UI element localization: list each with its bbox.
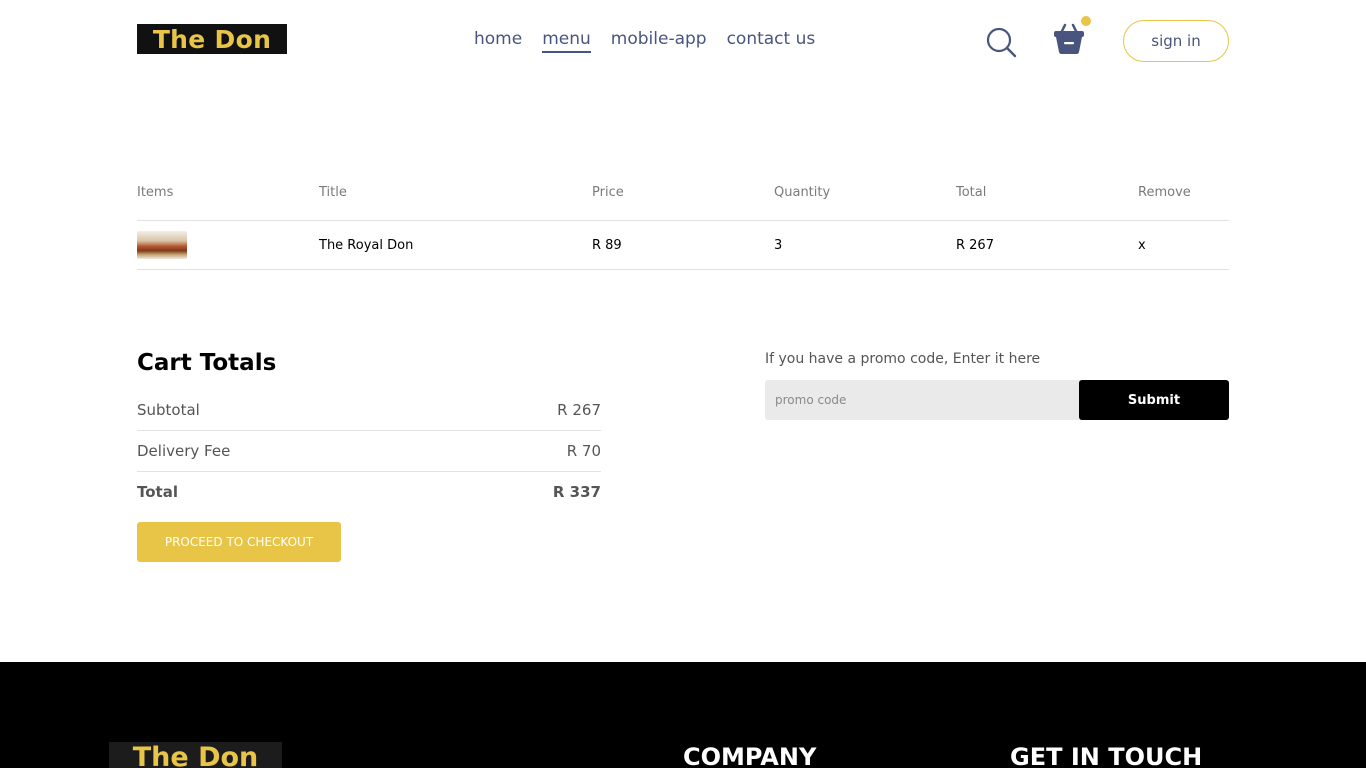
remove-item-button[interactable]: x [1138, 238, 1229, 253]
item-quantity: 3 [774, 237, 783, 253]
footer: The Don COMPANY GET IN TOUCH [0, 662, 1366, 768]
item-total: R 267 [956, 237, 994, 253]
column-header-remove: Remove [1138, 184, 1191, 200]
column-header-price: Price [592, 184, 624, 200]
total-value: R 337 [552, 483, 601, 501]
nav-home[interactable]: home [474, 29, 522, 53]
food-item-image [137, 231, 187, 259]
item-price: R 89 [592, 237, 622, 253]
table-row: The Royal Don R 89 3 R 267 x [137, 221, 1229, 269]
promo-submit-button[interactable]: Submit [1079, 380, 1229, 420]
subtotal-value: R 267 [557, 401, 601, 419]
cart-totals: Subtotal R 267 Delivery Fee R 70 Total R… [137, 390, 601, 512]
footer-get-in-touch-heading: GET IN TOUCH [1010, 743, 1203, 768]
delivery-fee-value: R 70 [566, 442, 601, 460]
nav-menu[interactable]: menu [542, 29, 591, 53]
divider [137, 269, 1229, 270]
search-icon[interactable] [985, 26, 1017, 58]
nav-contact-us[interactable]: contact us [727, 29, 816, 53]
item-thumbnail-cell [137, 231, 319, 259]
main-nav: home menu mobile-app contact us [474, 29, 815, 53]
cart-table: Items Title Price Quantity Total Remove … [137, 180, 1229, 270]
item-title: The Royal Don [319, 237, 414, 253]
total-row: Total R 337 [137, 472, 601, 512]
cart-table-header: Items Title Price Quantity Total Remove [137, 180, 1229, 204]
footer-company-heading: COMPANY [683, 743, 817, 768]
total-label: Total [137, 483, 178, 501]
logo[interactable]: The Don [137, 24, 287, 54]
nav-mobile-app[interactable]: mobile-app [611, 29, 707, 53]
sign-in-button[interactable]: sign in [1123, 20, 1229, 62]
basket-icon[interactable] [1052, 22, 1086, 56]
subtotal-label: Subtotal [137, 401, 200, 419]
cart-notification-dot [1081, 16, 1091, 26]
cart-totals-title: Cart Totals [137, 350, 277, 376]
column-header-title: Title [319, 184, 347, 200]
column-header-total: Total [956, 184, 987, 200]
column-header-quantity: Quantity [774, 184, 831, 200]
promo-code-prompt: If you have a promo code, Enter it here [765, 351, 1041, 367]
promo-code-input[interactable] [765, 380, 1079, 420]
subtotal-row: Subtotal R 267 [137, 390, 601, 430]
delivery-fee-label: Delivery Fee [137, 442, 231, 460]
delivery-fee-row: Delivery Fee R 70 [137, 431, 601, 471]
proceed-to-checkout-button[interactable]: PROCEED TO CHECKOUT [137, 522, 341, 562]
column-header-items: Items [137, 184, 174, 200]
promo-code-box: Submit [765, 380, 1229, 420]
footer-logo[interactable]: The Don [109, 742, 282, 768]
